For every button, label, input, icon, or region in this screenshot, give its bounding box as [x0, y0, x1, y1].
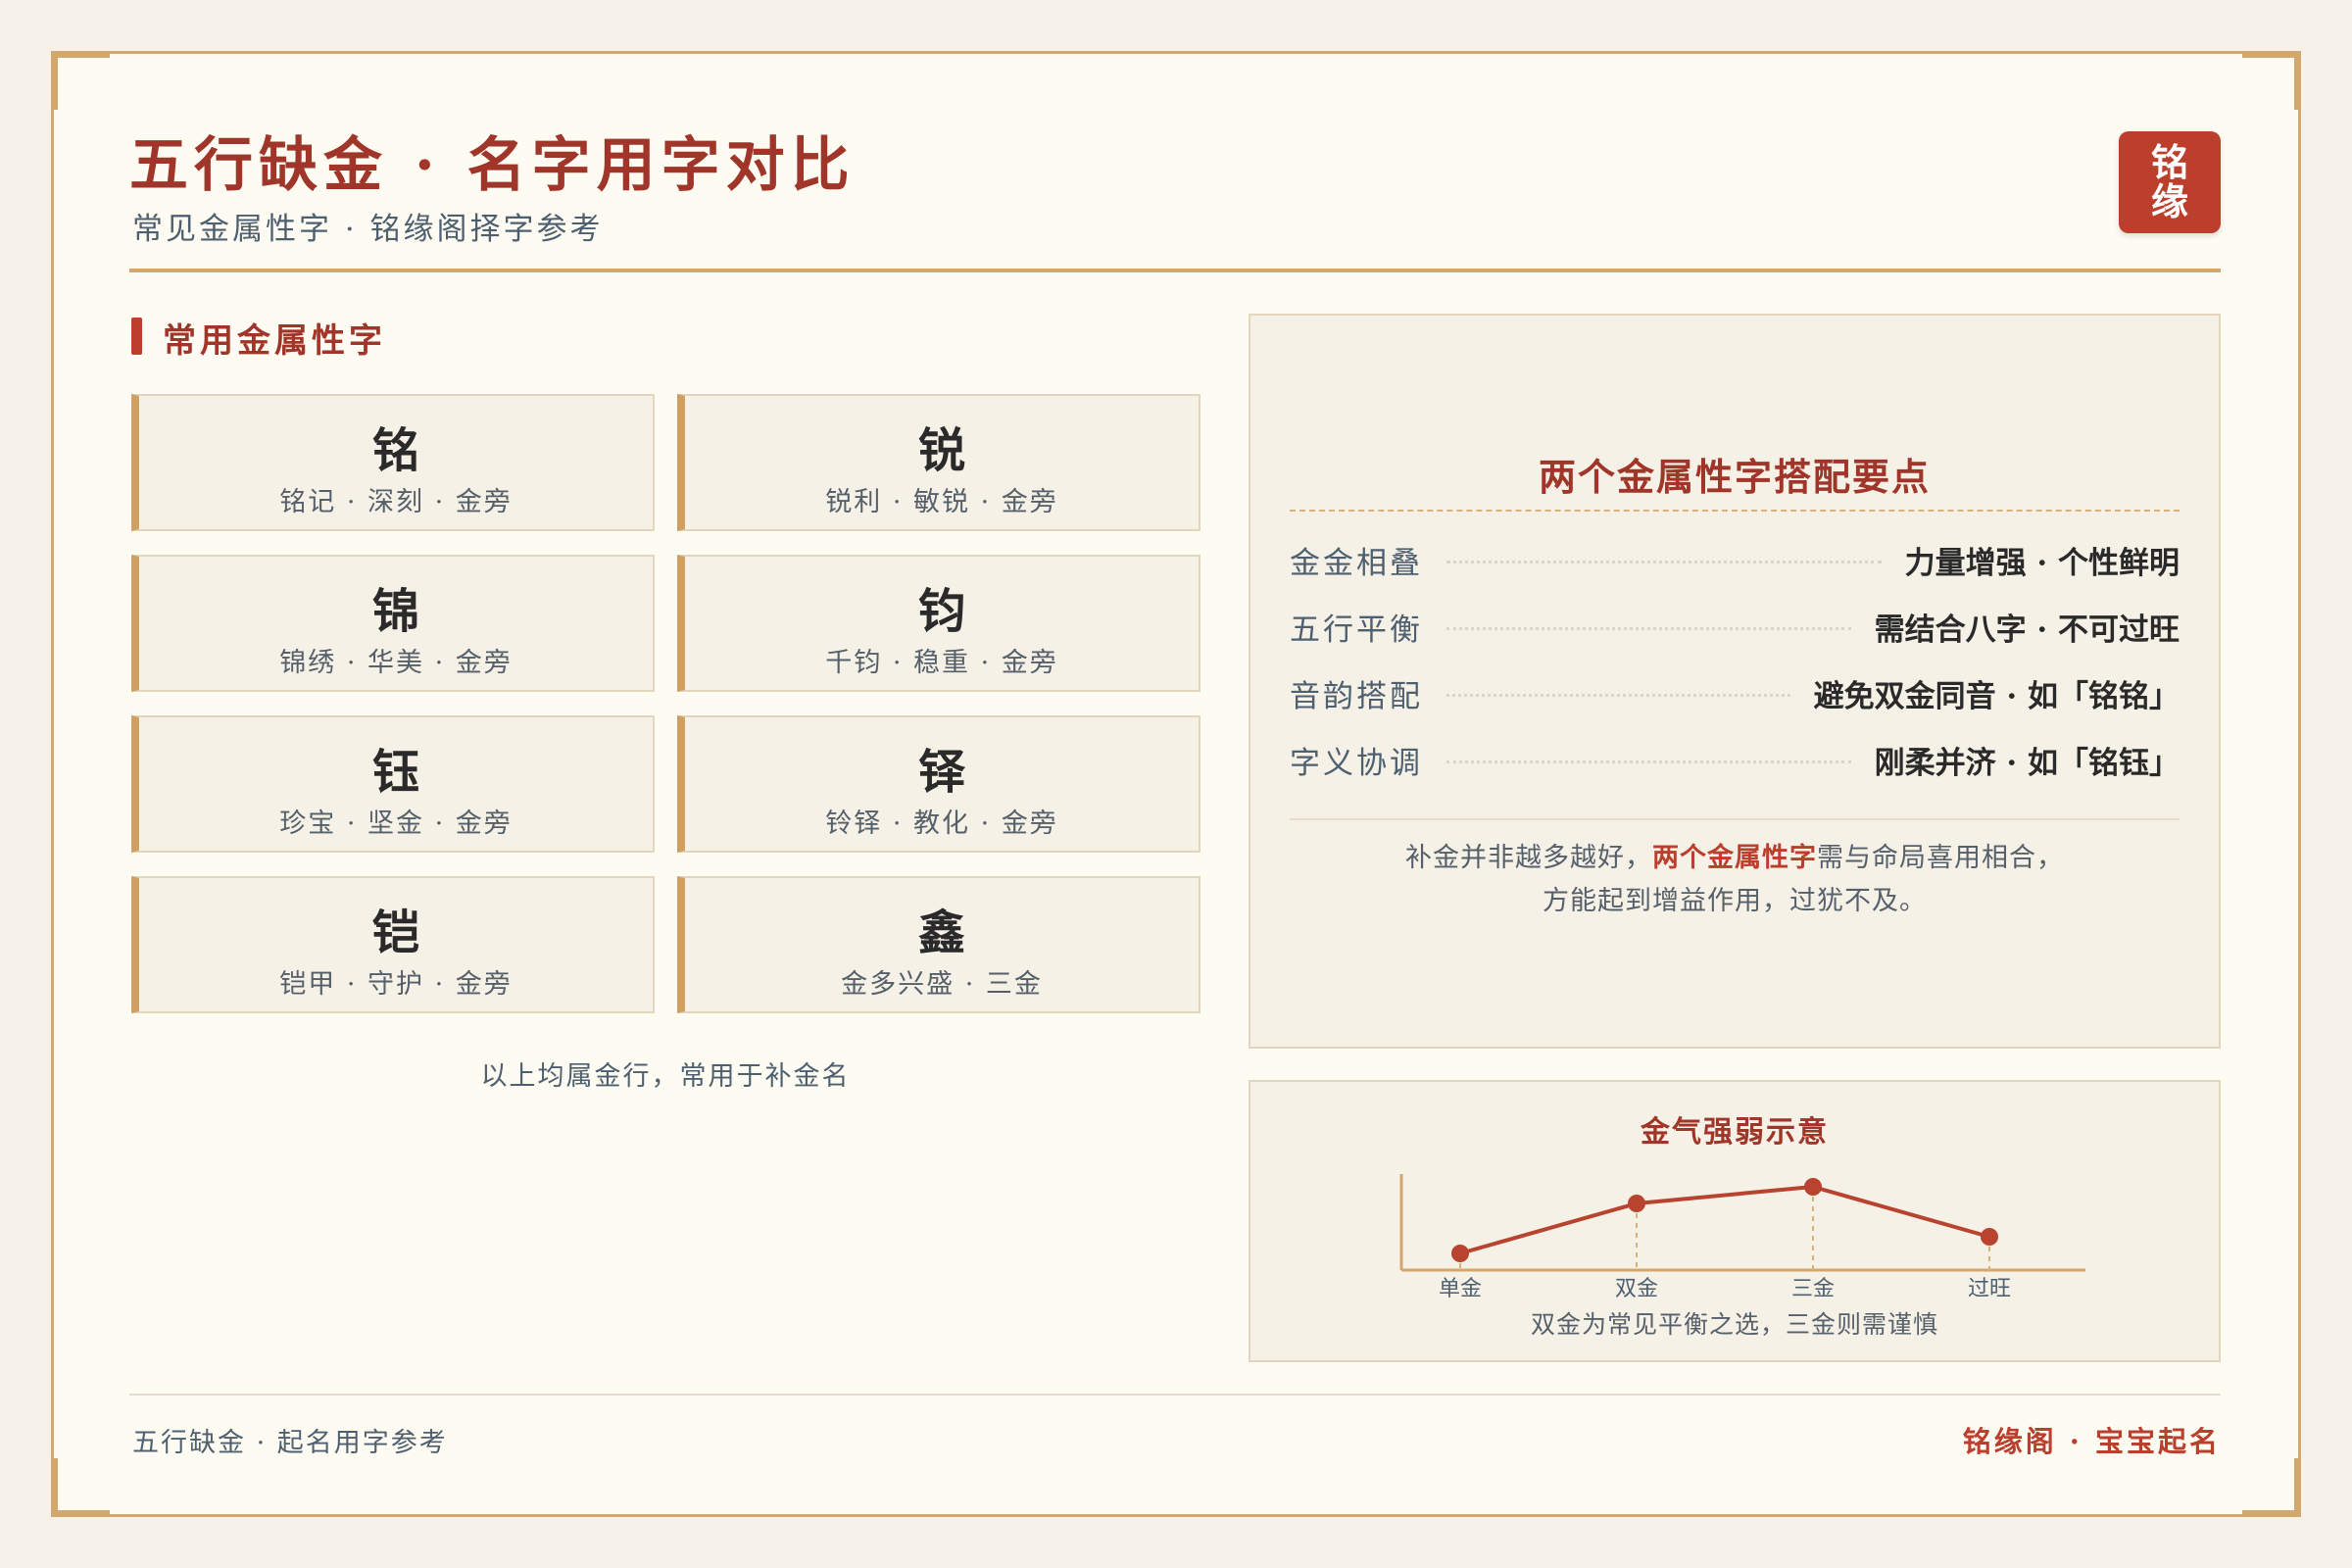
character-desc: 千钧 · 稳重 · 金旁 [825, 648, 1058, 678]
note-text: 需与命局喜用相合， [1817, 843, 2064, 873]
data-point [1628, 1195, 1645, 1212]
character-desc: 铭记 · 深刻 · 金旁 [279, 487, 513, 517]
corner-ornament-bottom-right [2242, 1458, 2301, 1517]
pairing-value: 避免双金同音 · 如「铭铭」 [1813, 678, 2180, 714]
character: 铠 [371, 906, 419, 960]
character-desc: 铃铎 · 教化 · 金旁 [825, 808, 1058, 839]
character-desc: 珍宝 · 坚金 · 金旁 [279, 808, 513, 839]
pairing-row: 字义协调 刚柔并济 · 如「铭钰」 [1290, 735, 2180, 784]
character-card[interactable]: 锦 锦绣 · 华美 · 金旁 [131, 555, 655, 692]
corner-ornament-top-left [51, 51, 110, 110]
chart-panel: 金气强弱示意 单金 双金 三金 过旺 双金为常见平衡之选，三金则需谨慎 [1249, 1080, 2221, 1362]
character: 鑫 [917, 906, 965, 960]
header-divider [129, 269, 2221, 272]
pairing-panel: 两个金属性字搭配要点 金金相叠 力量增强 · 个性鲜明 五行平衡 需结合八字 ·… [1249, 314, 2221, 1049]
seal-char-1: 铭 [2150, 140, 2188, 184]
pairing-title: 两个金属性字搭配要点 [1538, 455, 1931, 499]
character-card[interactable]: 铠 铠甲 · 守护 · 金旁 [131, 876, 655, 1013]
x-tick-label: 过旺 [1968, 1277, 2011, 1301]
pairing-value: 需结合八字 · 不可过旺 [1874, 612, 2180, 648]
pairing-note: 补金并非越多越好，两个金属性字需与命局喜用相合， 方能起到增益作用，过犹不及。 [1290, 837, 2180, 923]
section-title-characters: 常用金属性字 [163, 321, 386, 361]
pairing-key: 金金相叠 [1290, 545, 1423, 581]
character-card[interactable]: 鑫 金多兴盛 · 三金 [677, 876, 1200, 1013]
footer-divider [129, 1394, 2221, 1396]
character: 锦 [371, 584, 419, 639]
character-desc: 锐利 · 敏锐 · 金旁 [825, 487, 1058, 517]
footer-brand: 铭缘阁 · 宝宝起名 [1962, 1425, 2221, 1458]
data-point [1804, 1178, 1822, 1196]
note-text: 补金并非越多越好， [1405, 843, 1652, 873]
character-desc: 铠甲 · 守护 · 金旁 [279, 969, 513, 1000]
leader-dots [1446, 626, 1851, 630]
page-subtitle: 常见金属性字 · 铭缘阁择字参考 [132, 212, 604, 247]
brand-seal-icon: 铭 缘 [2119, 131, 2221, 233]
pairing-key: 音韵搭配 [1290, 678, 1423, 714]
leader-dots [1446, 760, 1851, 763]
pairing-value: 刚柔并济 · 如「铭钰」 [1874, 745, 2180, 781]
section-marker [131, 318, 142, 355]
pairing-row: 五行平衡 需结合八字 · 不可过旺 [1290, 602, 2180, 651]
character-desc: 金多兴盛 · 三金 [841, 969, 1043, 1000]
pairing-value: 力量增强 · 个性鲜明 [1904, 545, 2180, 581]
character-desc: 锦绣 · 华美 · 金旁 [279, 648, 513, 678]
character: 铎 [917, 745, 965, 800]
x-tick-label: 双金 [1615, 1277, 1658, 1301]
x-tick-label: 三金 [1791, 1277, 1835, 1301]
pairing-row: 音韵搭配 避免双金同音 · 如「铭铭」 [1290, 668, 2180, 717]
data-point [1451, 1245, 1469, 1262]
pairing-note-line-2: 方能起到增益作用，过犹不及。 [1543, 886, 1927, 916]
footer-caption: 五行缺金 · 起名用字参考 [132, 1428, 448, 1458]
leader-dots [1446, 560, 1882, 564]
seal-char-2: 缘 [2150, 179, 2188, 223]
chart-note: 双金为常见平衡之选，三金则需谨慎 [1530, 1310, 1938, 1339]
data-point [1981, 1228, 1998, 1246]
character-card[interactable]: 钧 千钧 · 稳重 · 金旁 [677, 555, 1200, 692]
pairing-divider-2 [1290, 818, 2180, 820]
character: 钧 [917, 584, 965, 639]
characters-note: 以上均属金行，常用于补金名 [480, 1061, 851, 1092]
pairing-key: 五行平衡 [1290, 612, 1423, 648]
note-highlight: 两个金属性字 [1652, 843, 1817, 873]
pairing-row: 金金相叠 力量增强 · 个性鲜明 [1290, 535, 2180, 584]
corner-ornament-bottom-left [51, 1458, 110, 1517]
character: 钰 [371, 745, 419, 800]
character-card[interactable]: 锐 锐利 · 敏锐 · 金旁 [677, 394, 1200, 531]
character: 锐 [917, 423, 965, 478]
corner-ornament-top-right [2242, 51, 2301, 110]
leader-dots [1446, 693, 1790, 697]
character-card[interactable]: 钰 珍宝 · 坚金 · 金旁 [131, 715, 655, 853]
page-title: 五行缺金 · 名字用字对比 [129, 131, 856, 200]
pairing-key: 字义协调 [1290, 745, 1423, 781]
series-line [1459, 1185, 1990, 1255]
pairing-note-line-1: 补金并非越多越好，两个金属性字需与命局喜用相合， [1290, 837, 2180, 880]
character: 铭 [371, 423, 419, 478]
character-card[interactable]: 铭 铭记 · 深刻 · 金旁 [131, 394, 655, 531]
character-card[interactable]: 铎 铃铎 · 教化 · 金旁 [677, 715, 1200, 853]
x-tick-label: 单金 [1439, 1277, 1482, 1301]
pairing-divider [1290, 510, 2180, 512]
